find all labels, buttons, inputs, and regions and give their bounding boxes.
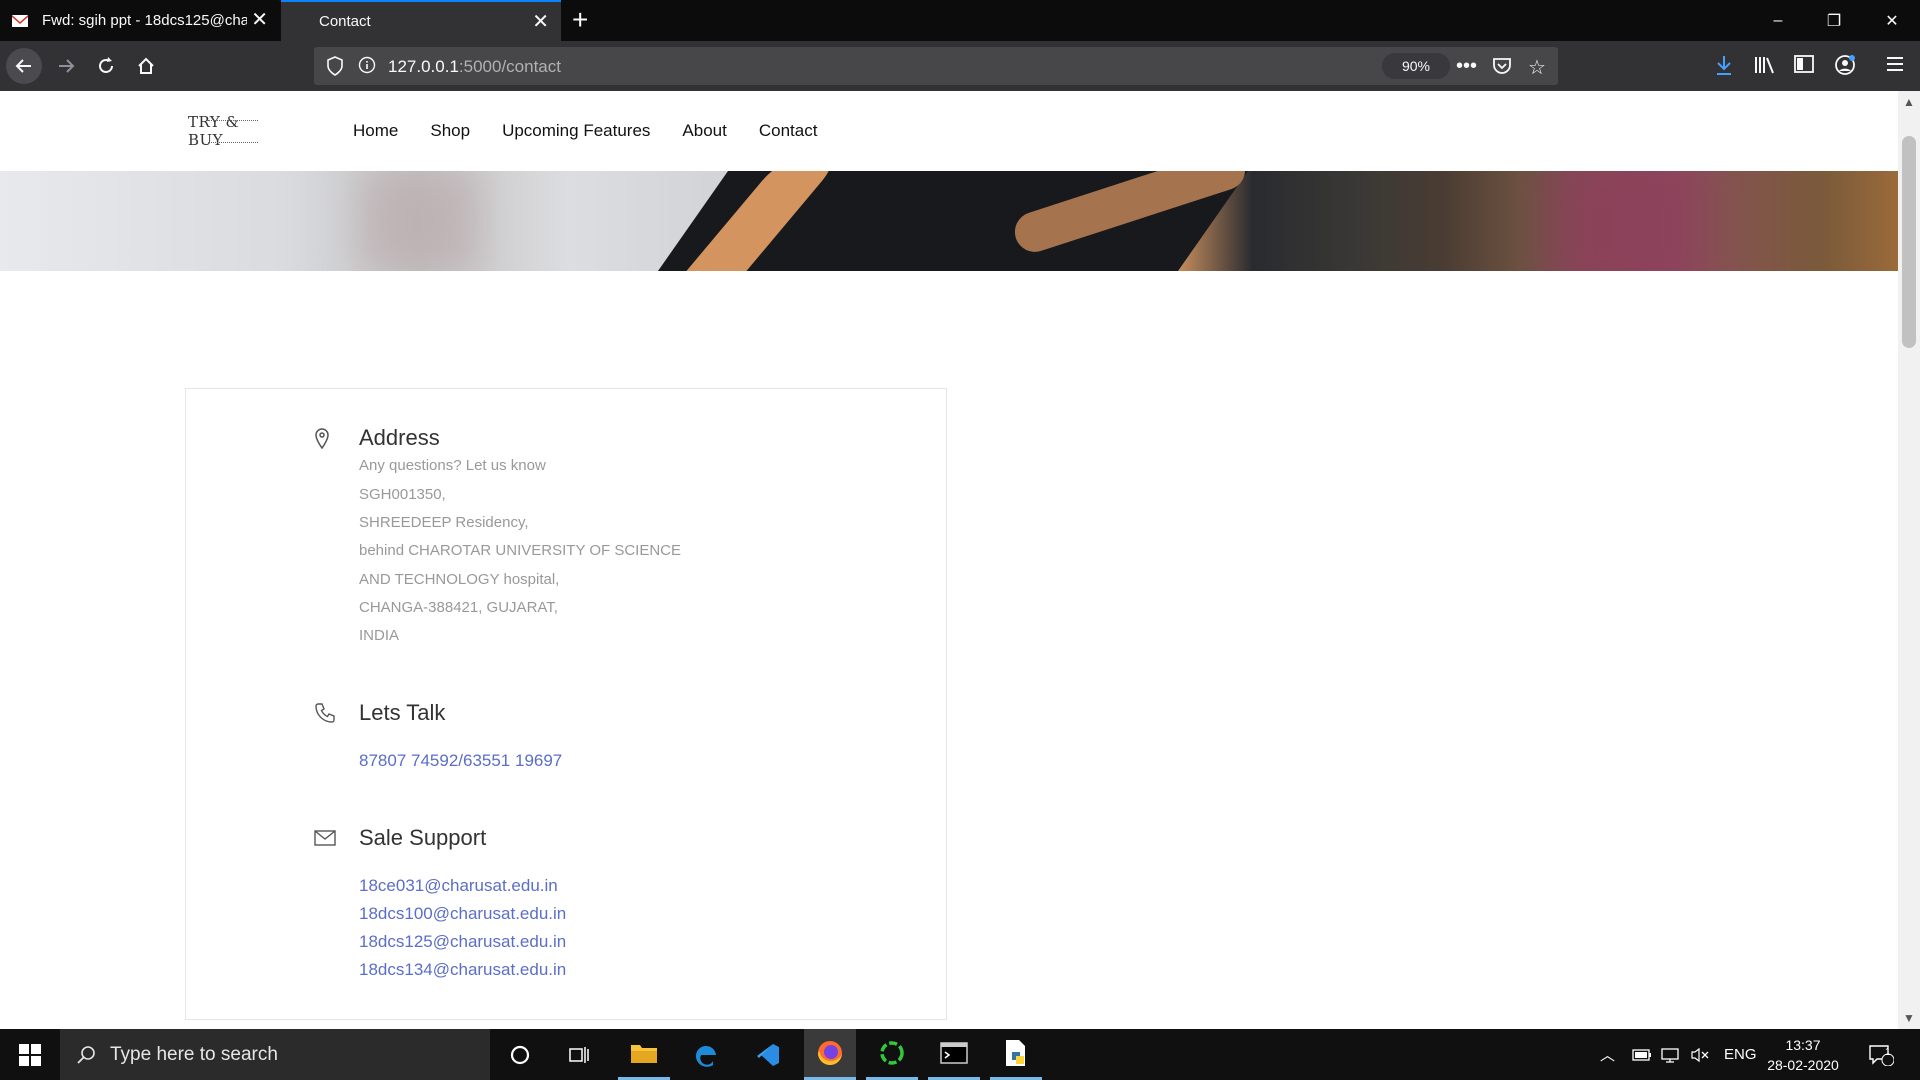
- home-button[interactable]: [128, 48, 164, 84]
- task-view-icon[interactable]: [554, 1029, 606, 1080]
- minimize-button[interactable]: –: [1750, 0, 1806, 41]
- info-icon[interactable]: [358, 56, 376, 74]
- file-explorer-icon[interactable]: [618, 1029, 670, 1080]
- address-title: Address: [359, 425, 440, 450]
- main-nav: Home Shop Upcoming Features About Contac…: [353, 121, 849, 141]
- address-line: Any questions? Let us know: [359, 457, 546, 474]
- address-line: AND TECHNOLOGY hospital,: [359, 571, 560, 588]
- arrow-right-icon: [59, 59, 75, 73]
- nav-toolbar: 127.0.0.1:5000/contact 90% ••• ☆: [0, 41, 1920, 91]
- close-window-button[interactable]: ✕: [1864, 0, 1920, 41]
- firefox-icon[interactable]: [804, 1029, 856, 1080]
- tab-title: Contact: [319, 13, 371, 30]
- arrow-left-icon: [15, 59, 31, 73]
- site-header: TRY & BUY Home Shop Upcoming Features Ab…: [0, 91, 1898, 172]
- start-button[interactable]: [0, 1029, 60, 1080]
- battery-icon[interactable]: [1632, 1029, 1652, 1080]
- reload-icon: [99, 57, 113, 73]
- phone-link[interactable]: 87807 74592/63551 19697: [359, 751, 562, 771]
- account-icon[interactable]: [1834, 54, 1856, 76]
- shield-icon: [327, 56, 343, 76]
- nav-shop[interactable]: Shop: [430, 121, 470, 141]
- site-logo[interactable]: TRY & BUY: [188, 111, 278, 151]
- tab-contact[interactable]: Contact ✕: [281, 0, 561, 41]
- support-email-link[interactable]: 18dcs125@charusat.edu.in: [359, 932, 566, 952]
- nav-about[interactable]: About: [682, 121, 726, 141]
- support-title: Sale Support: [359, 825, 487, 850]
- notification-count: 1: [1885, 1047, 1891, 1058]
- search-placeholder: Type here to search: [110, 1043, 278, 1065]
- edge-icon[interactable]: [680, 1029, 732, 1080]
- nav-home[interactable]: Home: [353, 121, 398, 141]
- support-email-link[interactable]: 18ce031@charusat.edu.in: [359, 876, 558, 896]
- pocket-icon[interactable]: [1492, 56, 1512, 76]
- address-line: behind CHAROTAR UNIVERSITY OF SCIENCE: [359, 542, 682, 559]
- new-tab-button[interactable]: +: [572, 6, 588, 34]
- tab-title: Fwd: sgih ppt - 18dcs125@chai: [42, 12, 247, 29]
- menu-icon[interactable]: [1886, 56, 1904, 72]
- clock-time: 13:37: [1785, 1037, 1821, 1053]
- search-icon: [77, 1045, 95, 1064]
- scroll-up-icon[interactable]: ▲: [1903, 95, 1915, 109]
- phone-icon: [315, 703, 335, 723]
- network-icon[interactable]: [1660, 1029, 1680, 1080]
- talk-title: Lets Talk: [359, 700, 446, 725]
- restore-button[interactable]: ❐: [1806, 0, 1862, 41]
- action-center-button[interactable]: 1: [1868, 1029, 1894, 1080]
- address-line: INDIA: [359, 627, 400, 644]
- forward-button[interactable]: [48, 48, 84, 84]
- hero-banner-image: [0, 171, 1898, 271]
- reload-button[interactable]: [88, 48, 124, 84]
- bookmark-star-icon[interactable]: ☆: [1528, 55, 1546, 80]
- clock-date: 28-02-2020: [1767, 1057, 1839, 1073]
- zoom-level[interactable]: 90%: [1382, 53, 1450, 79]
- vscode-icon[interactable]: [742, 1029, 794, 1080]
- system-clock[interactable]: 13:37 28-02-2020: [1762, 1035, 1844, 1075]
- tab-gmail[interactable]: Fwd: sgih ppt - 18dcs125@chai ✕: [0, 0, 280, 41]
- language-indicator[interactable]: ENG: [1724, 1029, 1757, 1080]
- sidebar-icon[interactable]: [1794, 55, 1814, 73]
- download-icon[interactable]: [1714, 54, 1734, 76]
- address-line: SGH001350,: [359, 486, 446, 503]
- map-pin-icon: [315, 428, 329, 449]
- nav-contact[interactable]: Contact: [759, 121, 818, 141]
- page-scrollbar[interactable]: ▲ ▼: [1898, 91, 1920, 1029]
- taskbar-search[interactable]: Type here to search: [60, 1029, 490, 1080]
- address-line: CHANGA-388421, GUJARAT,: [359, 599, 558, 616]
- support-email-link[interactable]: 18dcs100@charusat.edu.in: [359, 904, 566, 924]
- contact-info-card: Address Any questions? Let us know SGH00…: [185, 388, 947, 1020]
- python-file-icon[interactable]: [990, 1029, 1042, 1080]
- more-icon[interactable]: •••: [1456, 55, 1477, 78]
- terminal-icon[interactable]: [928, 1029, 980, 1080]
- cortana-icon[interactable]: [494, 1029, 546, 1080]
- home-icon: [138, 57, 154, 74]
- gmail-icon: [12, 13, 28, 29]
- windows-taskbar: Type here to search ︿ ENG 13:37 28-02-20…: [0, 1029, 1920, 1080]
- logo-flourish: [208, 120, 258, 129]
- windows-logo-icon: [19, 1043, 41, 1066]
- volume-muted-icon[interactable]: [1690, 1029, 1710, 1080]
- mail-icon: [314, 830, 336, 846]
- url-bar[interactable]: 127.0.0.1:5000/contact 90% ••• ☆: [314, 47, 1558, 85]
- scrollbar-thumb[interactable]: [1902, 136, 1916, 348]
- nav-upcoming-features[interactable]: Upcoming Features: [502, 121, 650, 141]
- close-tab-icon[interactable]: ✕: [251, 10, 268, 30]
- address-line: SHREEDEEP Residency,: [359, 514, 529, 531]
- back-button[interactable]: [6, 48, 42, 84]
- app-green-icon[interactable]: [866, 1029, 918, 1080]
- url-text: 127.0.0.1:5000/contact: [388, 57, 561, 76]
- library-icon[interactable]: [1754, 55, 1776, 75]
- close-tab-icon[interactable]: ✕: [532, 12, 549, 32]
- show-hidden-icons[interactable]: ︿: [1600, 1029, 1615, 1080]
- tab-strip: Fwd: sgih ppt - 18dcs125@chai ✕ Contact …: [0, 0, 1920, 41]
- scroll-down-icon[interactable]: ▼: [1903, 1011, 1915, 1025]
- logo-flourish: [208, 142, 258, 151]
- support-email-link[interactable]: 18dcs134@charusat.edu.in: [359, 960, 566, 980]
